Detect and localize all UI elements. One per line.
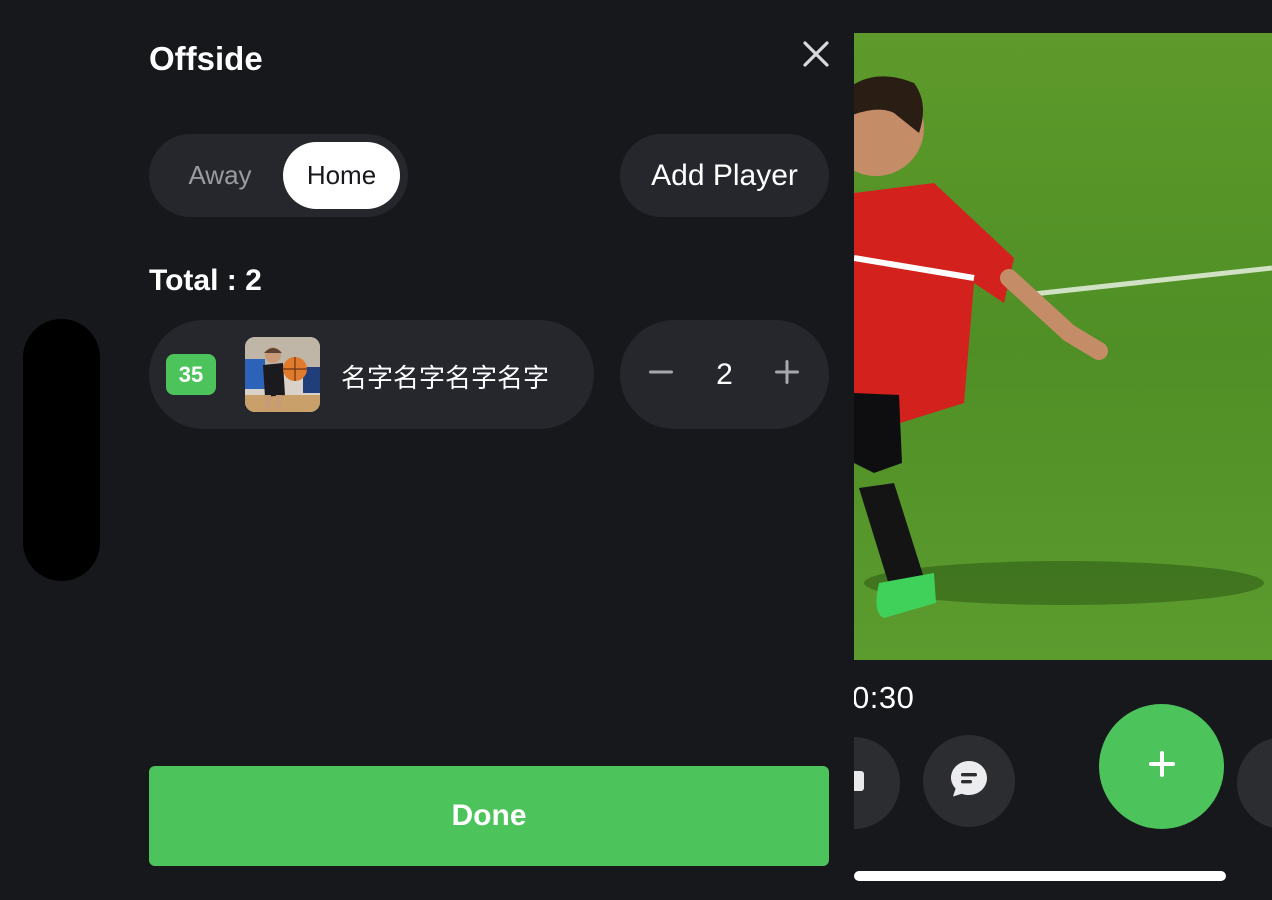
tab-home[interactable]: Home [283,142,400,209]
more-button[interactable] [1237,737,1272,829]
stop-icon [854,767,868,800]
jersey-number-badge: 35 [166,354,216,395]
minus-icon [648,359,674,390]
video-area: 0:30 [854,0,1272,900]
soccer-photo [854,33,1272,660]
plus-icon [1147,749,1177,784]
video-preview[interactable] [854,33,1272,660]
player-photo [245,337,320,412]
app-screen: 0:30 Offside Away Home Add Player Total … [0,0,1272,900]
close-icon [801,39,831,74]
count-value: 2 [716,358,733,391]
timecode: 0:30 [854,680,915,715]
comment-button[interactable] [923,735,1015,827]
team-toggle: Away Home [149,134,408,217]
count-stepper: 2 [620,320,829,429]
stop-button[interactable] [854,737,900,829]
total-count: Total : 2 [149,264,262,297]
panel-title: Offside [149,40,263,77]
decrement-button[interactable] [639,352,683,396]
plus-icon [774,359,800,390]
add-player-button[interactable]: Add Player [620,134,829,217]
increment-button[interactable] [765,352,809,396]
tab-away[interactable]: Away [157,142,283,209]
done-button[interactable]: Done [149,766,829,866]
close-button[interactable] [796,36,836,76]
player-row[interactable]: 35 名字名字名字名字 [149,320,594,429]
offside-panel: Offside Away Home Add Player Total : 2 3… [0,0,854,900]
comment-icon [948,758,990,805]
player-name: 名字名字名字名字 [341,363,550,393]
home-indicator [854,871,1226,881]
player-avatar-image [245,337,320,412]
add-event-button[interactable] [1099,704,1224,829]
